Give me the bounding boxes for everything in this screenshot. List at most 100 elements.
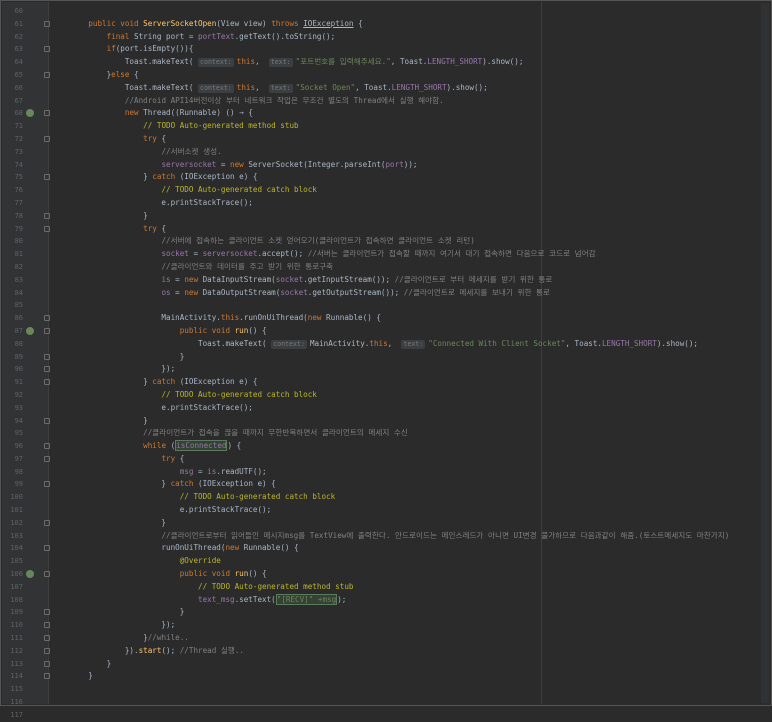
fold-toggle-icon[interactable] [44,417,50,424]
code-line[interactable]: 63 if(port.isEmpty()){ [1,43,772,56]
code-line[interactable]: 66 Toast.makeText( context: this, text: "S… [1,82,772,95]
code-line[interactable]: 97 try { [1,453,772,466]
code-text[interactable]: } [70,210,148,223]
fold-toggle-icon[interactable] [44,519,50,526]
code-line[interactable]: 82 //클라이언트와 데이터를 주고 받기 위한 통로구축 [1,261,772,274]
code-line[interactable]: 96 while (isConnected) { [1,440,772,453]
code-line[interactable]: 117 [1,709,772,722]
code-text[interactable]: text_msg.setText("[RECV]" +msg); [70,593,346,607]
code-text[interactable]: e.printStackTrace(); [70,402,252,415]
code-line[interactable]: 112 }).start(); //Thread 실행.. [1,645,772,658]
code-text[interactable]: //클라이언트와 데이터를 주고 받기 위한 통로구축 [70,261,333,274]
code-line[interactable]: 95 //클라이언트가 접속을 끊을 때까지 무한반복하면서 클라이언트의 메세… [1,427,772,440]
code-line[interactable]: 113 } [1,658,772,671]
fold-toggle-icon[interactable] [44,71,50,78]
code-text[interactable]: }//while.. [70,632,189,645]
code-line[interactable]: 87 public void run() { [1,325,772,338]
code-line[interactable]: 101 e.printStackTrace(); [1,504,772,517]
code-line[interactable]: 116 [1,696,772,709]
code-text[interactable]: } catch (IOException e) { [70,376,257,389]
code-text[interactable]: }else { [70,69,139,82]
code-text[interactable]: try { [70,453,184,466]
override-gutter-icon[interactable] [26,326,34,335]
code-text[interactable]: public void ServerSocketOpen(View view) … [70,18,362,31]
override-gutter-icon[interactable] [26,109,34,118]
fold-toggle-icon[interactable] [44,443,50,450]
code-text[interactable]: //Android API14버전이상 부터 네트워크 작업은 무조건 별도의 … [70,95,444,108]
code-text[interactable]: @Override [70,555,221,568]
code-text[interactable]: }).start(); //Thread 실행.. [70,645,244,658]
code-text[interactable]: new Thread((Runnable) () → { [70,107,253,120]
code-line[interactable]: 80 //서버에 접속하는 클라이언트 소켓 얻어오기(클라이언트가 접속하면 … [1,235,772,248]
code-line[interactable]: 60 [1,5,772,18]
code-text[interactable]: } catch (IOException e) { [70,478,275,491]
code-text[interactable]: is = new DataInputStream(socket.getInput… [70,274,552,287]
code-text[interactable]: runOnUiThread(new Runnable() { [70,542,298,555]
code-text[interactable]: //클라이언트로부터 읽어들인 메시지msg를 TextView에 출력한다. … [70,530,729,543]
code-line[interactable]: 90 }); [1,363,772,376]
code-text[interactable]: }); [70,619,175,632]
fold-toggle-icon[interactable] [44,609,50,616]
code-line[interactable]: 89 } [1,351,772,364]
code-text[interactable]: if(port.isEmpty()){ [70,43,194,56]
code-text[interactable]: e.printStackTrace(); [70,197,252,210]
code-text[interactable]: } [70,606,185,619]
fold-toggle-icon[interactable] [44,315,50,322]
fold-toggle-icon[interactable] [44,647,50,654]
code-line[interactable]: 114 } [1,670,772,683]
code-line[interactable]: 78 } [1,210,772,223]
code-text[interactable]: // TODO Auto-generated method stub [70,581,353,594]
code-text[interactable]: final String port = portText.getText().t… [70,31,336,44]
fold-toggle-icon[interactable] [44,455,50,462]
code-line[interactable]: 106 public void run() { [1,568,772,581]
code-line[interactable]: 67 //Android API14버전이상 부터 네트워크 작업은 무조건 별… [1,95,772,108]
code-line[interactable]: 103 //클라이언트로부터 읽어들인 메시지msg를 TextView에 출력… [1,530,772,543]
code-line[interactable]: 109 } [1,606,772,619]
fold-toggle-icon[interactable] [44,174,50,181]
code-text[interactable]: try { [70,133,166,146]
code-line[interactable]: 110 }); [1,619,772,632]
code-lines[interactable]: 60 61 public void ServerSocketOpen(View v… [1,5,772,722]
code-line[interactable]: 76 // TODO Auto-generated catch block [1,184,772,197]
code-line[interactable]: 64 Toast.makeText( context: this, text: "포… [1,56,772,69]
code-line[interactable]: 88 Toast.makeText( context: MainActivity.… [1,338,772,351]
fold-toggle-icon[interactable] [44,110,50,117]
code-text[interactable]: os = new DataOutputStream(socket.getOutp… [70,287,550,300]
code-line[interactable]: 102 } [1,517,772,530]
code-text[interactable]: // TODO Auto-generated method stub [70,120,298,133]
code-text[interactable]: Toast.makeText( context: MainActivity.thi… [70,338,698,351]
fold-toggle-icon[interactable] [44,635,50,642]
fold-toggle-icon[interactable] [44,353,50,360]
code-text[interactable]: MainActivity.this.runOnUiThread(new Runn… [70,312,381,325]
code-line[interactable]: 83 is = new DataInputStream(socket.getIn… [1,274,772,287]
code-line[interactable]: 74 serversocket = new ServerSocket(Integ… [1,159,772,172]
code-text[interactable]: Toast.makeText( context: this, text: "포트번호… [70,56,523,69]
code-text[interactable]: // TODO Auto-generated catch block [70,184,316,197]
override-gutter-icon[interactable] [26,570,34,579]
code-text[interactable]: } catch (IOException e) { [70,171,257,184]
code-text[interactable]: public void run() { [70,325,267,338]
code-line[interactable]: 86 MainActivity.this.runOnUiThread(new R… [1,312,772,325]
code-text[interactable]: //서버소켓 생성. [70,146,221,159]
fold-toggle-icon[interactable] [44,20,50,27]
code-line[interactable]: 92 // TODO Auto-generated catch block [1,389,772,402]
code-line[interactable]: 100 // TODO Auto-generated catch block [1,491,772,504]
code-line[interactable]: 93 e.printStackTrace(); [1,402,772,415]
code-line[interactable]: 94 } [1,415,772,428]
code-text[interactable]: // TODO Auto-generated catch block [70,491,335,504]
code-text[interactable]: } [70,415,148,428]
code-line[interactable]: 62 final String port = portText.getText(… [1,31,772,44]
code-text[interactable]: } [70,517,166,530]
code-line[interactable]: 79 try { [1,223,772,236]
vertical-scrollbar[interactable] [761,3,769,703]
fold-toggle-icon[interactable] [44,46,50,53]
fold-toggle-icon[interactable] [44,545,50,552]
code-line[interactable]: 115 [1,683,772,696]
fold-toggle-icon[interactable] [44,660,50,667]
code-text[interactable]: public void run() { [70,568,267,581]
code-text[interactable]: // TODO Auto-generated catch block [70,389,316,402]
code-text[interactable]: e.printStackTrace(); [70,504,271,517]
fold-toggle-icon[interactable] [44,366,50,373]
code-text[interactable]: }); [70,363,175,376]
code-text[interactable]: //서버에 접속하는 클라이언트 소켓 얻어오기(클라이언트가 접속하면 클라이… [70,235,474,248]
